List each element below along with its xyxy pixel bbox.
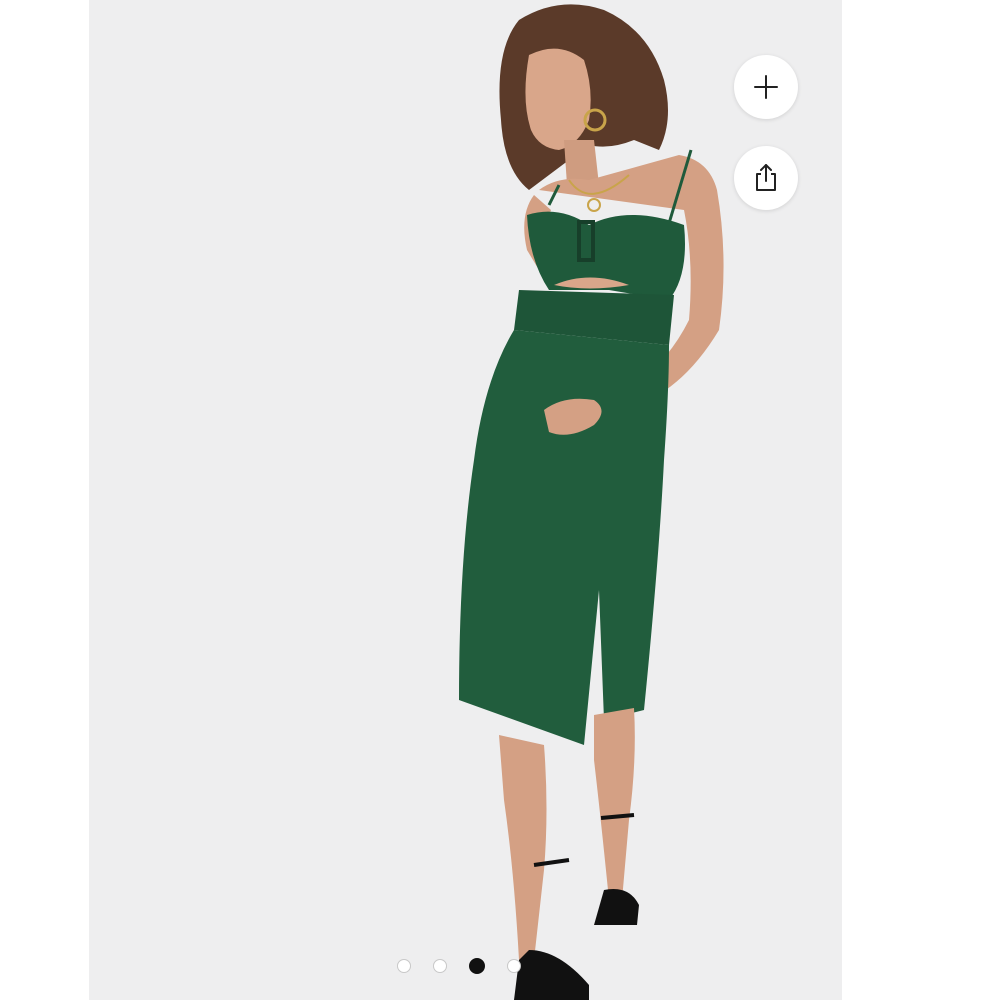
carousel-dot-active[interactable] bbox=[469, 958, 485, 974]
model-illustration bbox=[459, 4, 724, 1000]
carousel-dot[interactable] bbox=[397, 959, 411, 973]
carousel-dot[interactable] bbox=[507, 959, 521, 973]
product-photo[interactable] bbox=[89, 0, 842, 1000]
share-icon bbox=[756, 164, 776, 191]
share-button[interactable] bbox=[734, 146, 798, 210]
plus-icon bbox=[754, 75, 778, 99]
add-button[interactable] bbox=[734, 55, 798, 119]
carousel-pagination bbox=[397, 957, 521, 975]
carousel-dot[interactable] bbox=[433, 959, 447, 973]
